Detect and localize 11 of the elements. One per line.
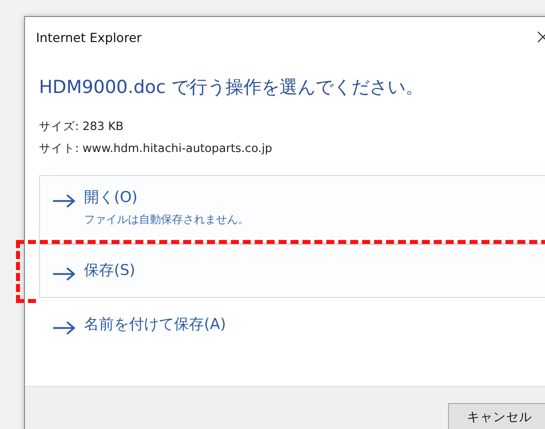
option-label: 保存(S): [84, 261, 136, 280]
option-label: 名前を付けて保存(A): [84, 315, 226, 334]
dialog-heading: HDM9000.doc で行う操作を選んでください。: [39, 76, 425, 99]
option-note: ファイルは自動保存されません。: [84, 212, 249, 227]
cancel-button[interactable]: キャンセル: [448, 402, 545, 429]
action-option[interactable]: 開く(O) ファイルは自動保存されません。: [39, 175, 545, 244]
option-label: 開く(O): [84, 188, 139, 207]
window-title: Internet Explorer: [36, 30, 142, 44]
action-option[interactable]: 保存(S): [39, 244, 545, 298]
file-info-text: サイズ: 283 KB: [39, 118, 125, 135]
file-info-text: サイト: www.hdm.hitachi-autoparts.co.jp: [39, 140, 274, 157]
